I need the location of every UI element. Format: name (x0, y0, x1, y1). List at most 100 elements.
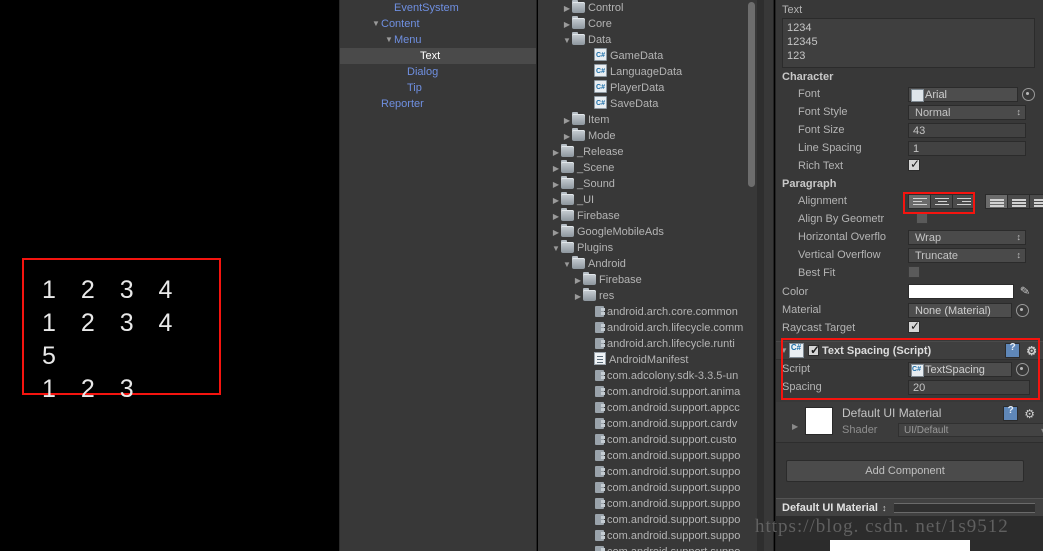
project-item[interactable]: android.arch.core.common (538, 304, 773, 320)
font-row: Font Arial (776, 85, 1043, 103)
chevron-icon[interactable]: ▶ (562, 1, 572, 17)
project-item[interactable]: ▶ Firebase (538, 272, 773, 288)
project-item[interactable]: AndroidManifest (538, 352, 773, 368)
project-item[interactable]: ▶ Core (538, 16, 773, 32)
chevron-icon[interactable]: ▶ (562, 113, 572, 129)
preview-updown-icon[interactable]: ↕ (878, 503, 887, 513)
project-item[interactable]: ▶ _Sound (538, 176, 773, 192)
project-item[interactable]: ▶ _UI (538, 192, 773, 208)
eyedropper-icon[interactable]: ✎ (1019, 283, 1031, 298)
chevron-icon[interactable]: ▶ (551, 193, 561, 209)
chevron-right-icon[interactable]: ▶ (792, 422, 798, 431)
game-view-text-block: 1 2 3 4 1 2 3 4 5 1 2 3 (24, 274, 219, 406)
folder-icon (583, 288, 596, 301)
rich-text-checkbox[interactable] (908, 157, 920, 171)
project-item[interactable]: com.android.support.cardv (538, 416, 773, 432)
project-item[interactable]: GameData (538, 48, 773, 64)
project-item[interactable]: SaveData (538, 96, 773, 112)
hierarchy-item-dialog[interactable]: Dialog (340, 64, 536, 80)
project-item[interactable]: ▶ Control (538, 0, 773, 16)
chevron-icon[interactable]: ▶ (551, 161, 561, 177)
vertical-overflow-dropdown[interactable]: Truncate (908, 247, 1026, 263)
hierarchy-item-content[interactable]: ▼Content (340, 16, 536, 32)
align-middle-icon[interactable] (1007, 193, 1029, 209)
preview-bar[interactable]: Default UI Material ↕ (776, 498, 1043, 517)
hierarchy-panel[interactable]: EventSystem ▼Content ▼Menu Text Dialog Tip Rep… (339, 0, 537, 551)
text-input-area[interactable]: 1234 12345 123 (782, 18, 1035, 68)
project-item[interactable]: com.android.support.suppo (538, 496, 773, 512)
hierarchy-item-label: Text (420, 50, 441, 63)
font-style-label: Font Style (798, 106, 848, 118)
folder-icon (572, 0, 585, 13)
unity-editor-window: 1 2 3 4 1 2 3 4 5 1 2 3 EventSystem ▼Cont… (0, 0, 1043, 551)
project-item[interactable]: PlayerData (538, 80, 773, 96)
project-item[interactable]: ▶ Item (538, 112, 773, 128)
best-fit-checkbox[interactable] (908, 265, 920, 278)
folder-icon (561, 208, 574, 221)
horizontal-overflow-dropdown[interactable]: Wrap (908, 229, 1026, 245)
align-top-icon[interactable] (985, 193, 1007, 209)
game-text-line: 1 2 3 (42, 375, 143, 403)
add-component-button[interactable]: Add Component (786, 460, 1024, 482)
project-item[interactable]: com.android.support.suppo (538, 528, 773, 544)
project-item[interactable]: com.android.support.custo (538, 432, 773, 448)
chevron-icon[interactable]: ▼ (562, 257, 572, 273)
folder-icon (572, 16, 585, 29)
font-style-dropdown[interactable]: Normal (908, 104, 1026, 120)
chevron-icon[interactable]: ▶ (573, 273, 583, 289)
line-spacing-input[interactable]: 1 (908, 140, 1026, 156)
project-item[interactable]: ▶ _Release (538, 144, 773, 160)
color-swatch[interactable] (908, 284, 1014, 299)
chevron-icon[interactable]: ▶ (562, 129, 572, 145)
plugin-aar-icon (595, 466, 605, 477)
project-item[interactable]: ▶ _Scene (538, 160, 773, 176)
hierarchy-item-reporter[interactable]: Reporter (340, 96, 536, 112)
project-item[interactable]: com.android.support.appcc (538, 400, 773, 416)
project-item-label: res (599, 290, 615, 302)
chevron-icon[interactable]: ▼ (562, 33, 572, 49)
raycast-target-checkbox[interactable] (908, 319, 920, 333)
project-item[interactable]: ▶ Mode (538, 128, 773, 144)
font-picker-icon[interactable] (1022, 87, 1035, 101)
hierarchy-item-menu[interactable]: ▼Menu (340, 32, 536, 48)
project-item[interactable]: ▼ Plugins (538, 240, 773, 256)
chevron-icon[interactable]: ▶ (551, 225, 561, 241)
material-object-field[interactable]: None (Material) (908, 302, 1012, 318)
chevron-icon[interactable]: ▶ (573, 289, 583, 305)
font-size-input[interactable]: 43 (908, 122, 1026, 138)
chevron-icon[interactable]: ▶ (551, 209, 561, 225)
project-item[interactable]: android.arch.lifecycle.comm (538, 320, 773, 336)
project-item[interactable]: ▼ Data (538, 32, 773, 48)
project-item[interactable]: com.android.support.suppo (538, 448, 773, 464)
shader-dropdown[interactable]: UI/Default (898, 423, 1043, 437)
project-item[interactable]: ▼ Android (538, 256, 773, 272)
font-label: Font (798, 88, 821, 100)
project-panel[interactable]: ▶ Control ▶ Core ▼ Data GameData LanguageData Pl… (538, 0, 774, 551)
chevron-icon[interactable]: ▶ (562, 17, 572, 33)
project-item[interactable]: LanguageData (538, 64, 773, 80)
project-item[interactable]: com.android.support.suppo (538, 512, 773, 528)
chevron-icon[interactable]: ▼ (372, 16, 381, 32)
hierarchy-item-text[interactable]: Text (340, 48, 536, 64)
font-object-field[interactable]: Arial (908, 86, 1018, 102)
gear-icon[interactable]: ⚙ (1024, 407, 1035, 421)
preview-drag-handle[interactable] (894, 503, 1035, 513)
chevron-icon[interactable]: ▶ (551, 145, 561, 161)
project-item[interactable]: com.adcolony.sdk-3.3.5-un (538, 368, 773, 384)
project-item[interactable]: com.android.support.suppo (538, 464, 773, 480)
hierarchy-item-tip[interactable]: Tip (340, 80, 536, 96)
project-item[interactable]: ▶ Firebase (538, 208, 773, 224)
chevron-icon[interactable]: ▼ (385, 32, 394, 48)
project-item[interactable]: android.arch.lifecycle.runti (538, 336, 773, 352)
project-item[interactable]: ▶ GoogleMobileAds (538, 224, 773, 240)
project-item[interactable]: com.android.support.anima (538, 384, 773, 400)
chevron-icon[interactable]: ▶ (551, 177, 561, 193)
hierarchy-item-eventsystem[interactable]: EventSystem (340, 0, 536, 16)
project-item[interactable]: com.android.support.suppo (538, 544, 773, 551)
project-item[interactable]: ▶ res (538, 288, 773, 304)
material-picker-icon[interactable] (1016, 303, 1029, 317)
chevron-icon[interactable]: ▼ (551, 241, 561, 257)
project-item[interactable]: com.android.support.suppo (538, 480, 773, 496)
align-bottom-icon[interactable] (1029, 193, 1043, 209)
help-icon[interactable] (1003, 405, 1019, 421)
